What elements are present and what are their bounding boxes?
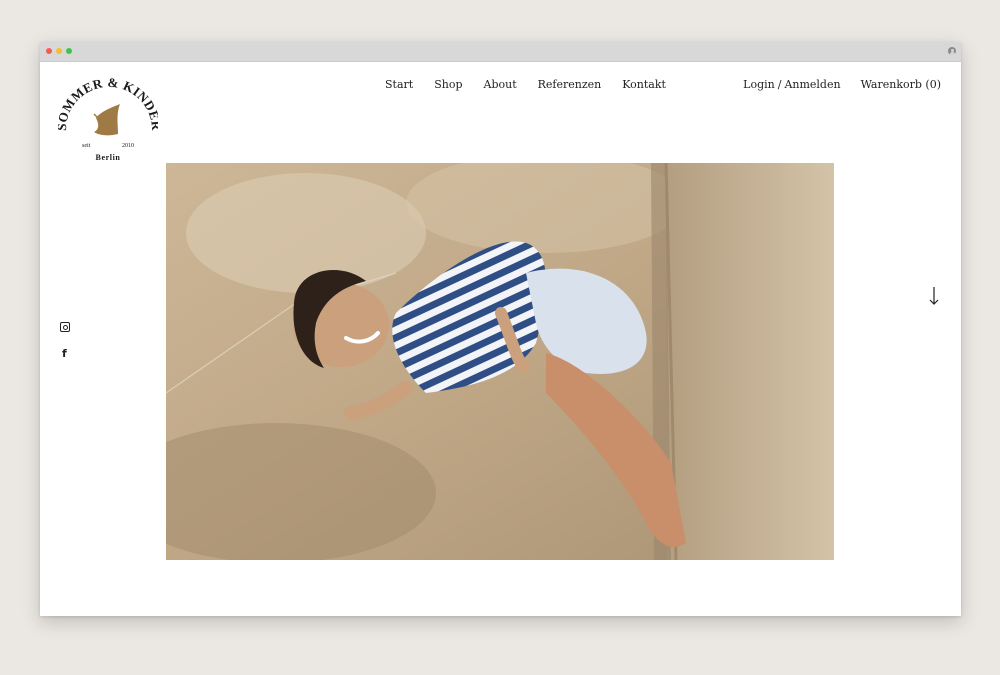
brand-city: Berlin xyxy=(96,153,121,162)
brand-since-label: seit xyxy=(82,143,91,149)
browser-window: SOMMER & KINDER seit 2010 Berlin Start S… xyxy=(40,42,961,616)
nav-item-about[interactable]: About xyxy=(484,78,517,91)
close-window-icon[interactable] xyxy=(46,48,52,54)
user-profile-icon[interactable] xyxy=(948,47,956,55)
minimize-window-icon[interactable] xyxy=(56,48,62,54)
nav-item-shop[interactable]: Shop xyxy=(434,78,462,91)
login-link[interactable]: Login xyxy=(743,78,775,91)
nav-item-kontakt[interactable]: Kontakt xyxy=(622,78,666,91)
maximize-window-icon[interactable] xyxy=(66,48,72,54)
brand-year: 2010 xyxy=(122,143,134,149)
hero-image xyxy=(166,163,834,560)
browser-titlebar xyxy=(40,42,961,62)
register-link[interactable]: Anmelden xyxy=(784,78,840,91)
arrow-down-icon[interactable] xyxy=(928,286,940,310)
main-navigation: Start Shop About Referenzen Kontakt xyxy=(385,78,666,91)
cart-link[interactable]: Warenkorb (0) xyxy=(861,78,941,91)
brand-logo[interactable]: SOMMER & KINDER seit 2010 Berlin xyxy=(58,70,158,166)
instagram-icon[interactable] xyxy=(60,322,70,332)
facebook-icon[interactable]: f xyxy=(62,348,67,359)
nav-item-start[interactable]: Start xyxy=(385,78,413,91)
nav-item-referenzen[interactable]: Referenzen xyxy=(538,78,602,91)
boat-emblem-icon xyxy=(93,104,120,136)
login-separator: / xyxy=(777,78,782,91)
account-links: Login / Anmelden Warenkorb (0) xyxy=(743,78,941,91)
